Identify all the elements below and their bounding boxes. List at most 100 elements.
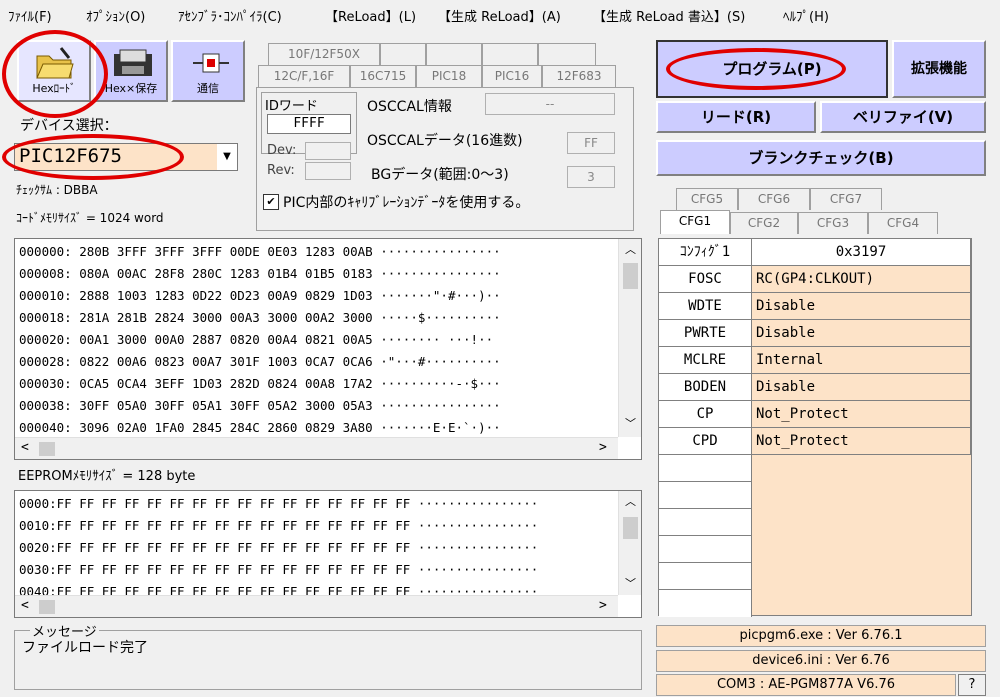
config-row-name: FOSC — [659, 266, 752, 293]
config-row-name: CPD — [659, 428, 752, 455]
chevron-down-icon[interactable]: ﹀ — [619, 415, 641, 431]
bg-data-field: 3 — [567, 166, 615, 188]
config-header-value: 0x3197 — [752, 239, 971, 266]
help-button[interactable]: ? — [958, 674, 986, 696]
dev-field — [305, 142, 351, 160]
exe-version: picpgm6.exe : Ver 6.76.1 — [656, 625, 986, 647]
chevron-right-icon[interactable]: > — [599, 440, 607, 455]
tab-cfg5[interactable]: CFG5 — [676, 188, 738, 210]
device-select[interactable]: PIC12F675 ▼ — [14, 143, 238, 171]
tab-blank-1[interactable] — [380, 43, 426, 65]
tab-cfg6[interactable]: CFG6 — [738, 188, 810, 210]
tab-blank-3[interactable] — [482, 43, 538, 65]
eeprom-line: 0030:FF FF FF FF FF FF FF FF FF FF FF FF… — [19, 562, 539, 577]
config-empty-row — [659, 509, 752, 536]
eeprom-vertical-scrollbar[interactable]: ︿ ﹀ — [618, 491, 641, 595]
extended-functions-button[interactable]: 拡張機能 — [892, 40, 986, 98]
config-row-value[interactable]: Disable — [752, 293, 971, 320]
chevron-up-icon[interactable]: ︿ — [619, 241, 641, 257]
config-row-value[interactable]: RC(GP4:CLKOUT) — [752, 266, 971, 293]
id-panel: IDワード FFFF Dev: Rev: OSCCAL情報 -- OSCCALデ… — [256, 87, 634, 231]
tab-12f683[interactable]: 12F683 — [542, 65, 616, 87]
tab-pic18[interactable]: PIC18 — [416, 65, 482, 87]
program-button[interactable]: プログラム(P) — [656, 40, 888, 98]
eeprom-hscroll-thumb[interactable] — [39, 600, 55, 614]
eeprom-line: 0020:FF FF FF FF FF FF FF FF FF FF FF FF… — [19, 540, 539, 555]
tab-10f12f50x[interactable]: 10F/12F50X — [268, 43, 380, 65]
tab-cfg4[interactable]: CFG4 — [868, 212, 938, 234]
tab-cfg2[interactable]: CFG2 — [730, 212, 798, 234]
menu-help[interactable]: ﾍﾙﾌﾟ(H) — [783, 6, 829, 25]
menu-options[interactable]: ｵﾌﾟｼｮﾝ(O) — [86, 6, 145, 25]
eeprom-horizontal-scrollbar[interactable]: < > — [15, 595, 618, 617]
menu-gen-reload[interactable]: 【生成 ReLoad】(A) — [438, 6, 561, 25]
calibration-checkbox[interactable]: ✔ — [263, 194, 279, 210]
code-line: 000028: 0822 00A6 0823 00A7 301F 1003 0C… — [19, 354, 501, 369]
config-row-value[interactable]: Not_Protect — [752, 428, 971, 455]
code-line: 000020: 00A1 3000 00A0 2887 0820 00A4 08… — [19, 332, 494, 347]
chevron-right-icon[interactable]: > — [599, 598, 607, 613]
eeprom-scroll-thumb[interactable] — [623, 517, 638, 539]
menu-assembler[interactable]: ｱｾﾝﾌﾞﾗ･ｺﾝﾊﾟｲﾗ(C) — [178, 6, 282, 25]
config-row-name: WDTE — [659, 293, 752, 320]
eeprom-line: 0010:FF FF FF FF FF FF FF FF FF FF FF FF… — [19, 518, 539, 533]
code-line: 000018: 281A 281B 2824 3000 00A3 3000 00… — [19, 310, 501, 325]
calibration-label: PIC内部のｷｬﾘﾌﾞﾚｰｼｮﾝﾃﾞｰﾀを使用する。 — [283, 195, 530, 211]
tab-16c715[interactable]: 16C715 — [350, 65, 416, 87]
tab-pic16[interactable]: PIC16 — [482, 65, 542, 87]
chevron-left-icon[interactable]: < — [21, 440, 29, 455]
eeprom-size-label: EEPROMﾒﾓﾘｻｲｽﾞ = 128 byte — [18, 469, 196, 484]
menu-reload[interactable]: 【ReLoad】(L) — [325, 6, 416, 25]
config-row-name: BODEN — [659, 374, 752, 401]
code-hscroll-thumb[interactable] — [39, 442, 55, 456]
com-port-info: COM3 : AE-PGM877A V6.76 — [656, 674, 956, 696]
tab-cfg3[interactable]: CFG3 — [798, 212, 868, 234]
read-button[interactable]: リード(R) — [656, 101, 816, 133]
config-table: ｺﾝﾌｨｸﾞ1 0x3197 FOSC RC(GP4:CLKOUT) WDTE … — [658, 238, 972, 617]
config-row-value[interactable]: Internal — [752, 347, 971, 374]
message-text: ファイルロード完了 — [22, 640, 148, 656]
code-scroll-thumb[interactable] — [623, 263, 638, 289]
tab-blank-4[interactable] — [538, 43, 596, 65]
rev-label: Rev: — [267, 163, 295, 178]
blank-check-button[interactable]: ブランクチェック(B) — [656, 140, 986, 176]
eeprom-line: 0000:FF FF FF FF FF FF FF FF FF FF FF FF… — [19, 496, 539, 511]
hex-save-label: Hex×保存 — [104, 82, 158, 95]
tab-cfg7[interactable]: CFG7 — [810, 188, 882, 210]
id-word-field[interactable]: FFFF — [267, 114, 351, 134]
config-row-value[interactable]: Not_Protect — [752, 401, 971, 428]
code-line: 000038: 30FF 05A0 30FF 05A1 30FF 05A2 30… — [19, 398, 501, 413]
code-horizontal-scrollbar[interactable]: < > — [15, 437, 618, 459]
config-row-value[interactable]: Disable — [752, 320, 971, 347]
menu-file[interactable]: ﾌｧｲﾙ(F) — [8, 6, 52, 25]
communication-button[interactable]: 通信 — [171, 40, 245, 102]
chevron-up-icon[interactable]: ︿ — [619, 493, 641, 509]
device-selected-value: PIC12F675 — [19, 145, 122, 167]
communication-label: 通信 — [197, 82, 219, 95]
chevron-down-icon[interactable]: ﹀ — [619, 575, 641, 591]
config-row-name: MCLRE — [659, 347, 752, 374]
config-empty-row — [659, 455, 752, 482]
verify-button[interactable]: ベリファイ(V) — [820, 101, 986, 133]
eeprom-view[interactable]: 0000:FF FF FF FF FF FF FF FF FF FF FF FF… — [14, 490, 642, 618]
menu-gen-reload-write[interactable]: 【生成 ReLoad 書込】(S) — [593, 6, 745, 25]
config-row-name: PWRTE — [659, 320, 752, 347]
chevron-left-icon[interactable]: < — [21, 598, 29, 613]
osccal-info-field: -- — [485, 93, 615, 115]
config-empty-row — [659, 536, 752, 563]
hex-load-button[interactable]: Hexﾛｰﾄﾞ — [17, 40, 91, 102]
tab-cfg1[interactable]: CFG1 — [660, 210, 730, 234]
config-row-value[interactable]: Disable — [752, 374, 971, 401]
code-lines: 000000: 280B 3FFF 3FFF 3FFF 00DE 0E03 12… — [15, 241, 615, 437]
code-memory-size: ｺｰﾄﾞﾒﾓﾘｻｲｽﾞ = 1024 word — [16, 211, 164, 225]
tab-12cf16f[interactable]: 12C/F,16F — [258, 65, 350, 87]
device-select-label: デバイス選択： — [20, 118, 118, 134]
code-line: 000040: 3096 02A0 1FA0 2845 284C 2860 08… — [19, 420, 501, 435]
osccal-data-field: FF — [567, 132, 615, 154]
floppy-disk-icon — [114, 49, 152, 76]
hex-save-button[interactable]: Hex×保存 — [94, 40, 168, 102]
code-vertical-scrollbar[interactable]: ︿ ﹀ — [618, 239, 641, 437]
chevron-down-icon[interactable]: ▼ — [217, 144, 237, 170]
code-memory-view[interactable]: 000000: 280B 3FFF 3FFF 3FFF 00DE 0E03 12… — [14, 238, 642, 460]
tab-blank-2[interactable] — [426, 43, 482, 65]
